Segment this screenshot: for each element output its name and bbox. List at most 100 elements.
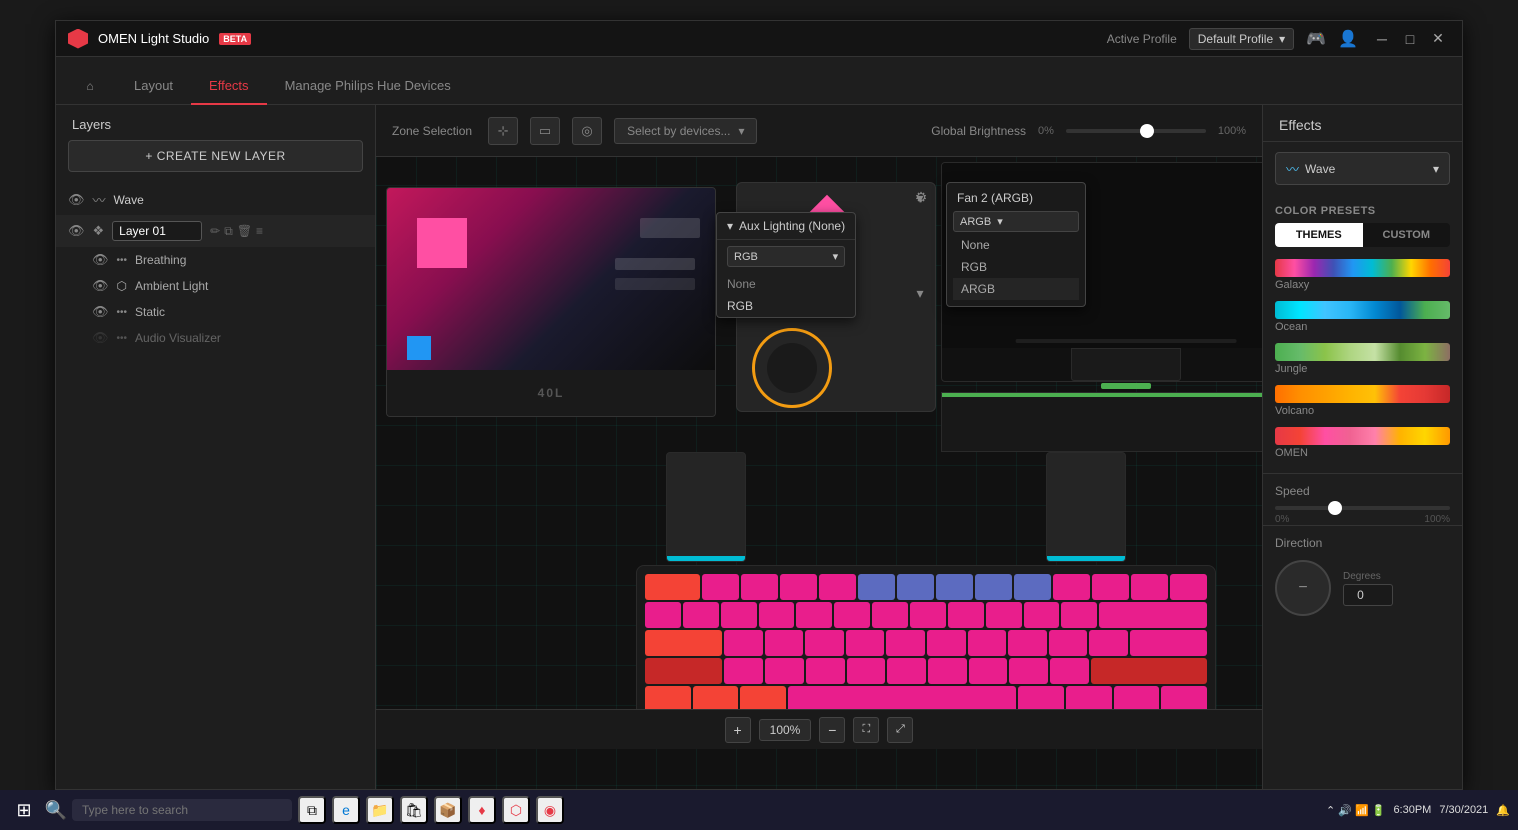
tab-philips[interactable]: Manage Philips Hue Devices	[267, 68, 469, 105]
select-devices-button[interactable]: Select by devices... ▾	[614, 118, 757, 144]
key-1-10	[1014, 574, 1051, 600]
delete-icon[interactable]: 🗑	[237, 224, 252, 239]
brightness-thumb[interactable]	[1140, 124, 1154, 138]
zoom-out-button[interactable]: −	[819, 717, 845, 743]
layer-item-wave[interactable]: 👁 〰 Wave	[56, 184, 375, 215]
menu-icon[interactable]: ≡	[256, 224, 263, 239]
explorer-icon[interactable]: 📁	[366, 796, 394, 824]
aux-lighting-dropdown[interactable]: ▾ Aux Lighting (None) RGB ▾ None RGB	[716, 212, 856, 318]
window-controls: ─ □ ✕	[1370, 27, 1450, 51]
create-new-layer-button[interactable]: + CREATE NEW LAYER	[68, 140, 363, 172]
layer-eye-static[interactable]: 👁	[92, 304, 109, 320]
fan2-header: Fan 2 (ARGB)	[953, 189, 1079, 211]
brightness-slider-track[interactable]	[1066, 129, 1206, 133]
galaxy-strip	[1275, 259, 1450, 277]
notification-icon[interactable]: 🔔	[1496, 804, 1510, 817]
layer-item-layer01[interactable]: 👁 ❖ ✏ ⧉ 🗑 ≡	[56, 215, 375, 247]
effects-dropdown[interactable]: 〰 Wave ▾	[1275, 152, 1450, 185]
copy-icon[interactable]: ⧉	[224, 224, 233, 239]
key-2-4	[759, 602, 795, 628]
key-2-10	[986, 602, 1022, 628]
tab-effects[interactable]: Effects	[191, 68, 267, 105]
preset-volcano[interactable]: Volcano	[1275, 385, 1450, 419]
preset-jungle[interactable]: Jungle	[1275, 343, 1450, 377]
layer-eye-audio[interactable]: 👁	[92, 330, 109, 346]
fan2-dropdown[interactable]: Fan 2 (ARGB) ARGB ▾ None RGB ARGB	[946, 182, 1086, 307]
app-window: OMEN Light Studio BETA Active Profile De…	[55, 20, 1463, 790]
user-icon[interactable]: 👤	[1338, 29, 1358, 49]
key-1-1	[645, 574, 700, 600]
key-4-7	[928, 658, 967, 684]
maximize-button[interactable]: □	[1398, 27, 1422, 51]
key-1-3	[741, 574, 778, 600]
key-1-9	[975, 574, 1012, 600]
preset-galaxy[interactable]: Galaxy	[1275, 259, 1450, 293]
aux-option-rgb[interactable]: RGB	[717, 295, 855, 317]
direction-dial[interactable]: −	[1275, 560, 1331, 616]
preset-omen[interactable]: OMEN	[1275, 427, 1450, 461]
layer-name-breathing: Breathing	[135, 253, 186, 267]
speed-slider-track[interactable]	[1275, 506, 1450, 510]
speaker-left-strip	[667, 556, 745, 561]
zone-rect-btn[interactable]: ▭	[530, 117, 560, 145]
edge-browser-icon[interactable]: e	[332, 796, 360, 824]
task-view-button[interactable]: ⧉	[298, 796, 326, 824]
search-button[interactable]: 🔍	[46, 794, 66, 826]
start-button[interactable]: ⊞	[8, 794, 40, 826]
another-icon[interactable]: ◉	[536, 796, 564, 824]
tab-layout[interactable]: Layout	[116, 68, 191, 105]
static-icon: •••	[117, 307, 128, 318]
dropbox-icon[interactable]: 📦	[434, 796, 462, 824]
zoom-in-button[interactable]: +	[725, 717, 751, 743]
key-3-3	[765, 630, 804, 656]
volcano-strip	[1275, 385, 1450, 403]
aux-select[interactable]: RGB ▾	[727, 246, 845, 267]
fan2-arrow: ▾	[997, 215, 1003, 228]
beta-badge: BETA	[219, 33, 251, 45]
speed-thumb[interactable]	[1328, 501, 1342, 515]
monitor-blue-decor	[407, 336, 431, 360]
pc-fan2-dropdown[interactable]: ▾	[910, 283, 930, 303]
monitor-strip-2	[615, 258, 695, 270]
profile-dropdown[interactable]: Default Profile ▾	[1189, 28, 1294, 50]
layer-item-breathing[interactable]: 👁 ••• Breathing	[56, 247, 375, 273]
fan2-opt-rgb[interactable]: RGB	[953, 256, 1079, 278]
active-profile-label: Active Profile	[1107, 32, 1177, 46]
fan2-opt-none[interactable]: None	[953, 234, 1079, 256]
minimize-button[interactable]: ─	[1370, 27, 1394, 51]
layer-name-input[interactable]	[112, 221, 202, 241]
store-icon[interactable]: 🛍	[400, 796, 428, 824]
fit-screen-button[interactable]: ⛶	[853, 717, 879, 743]
fullscreen-button[interactable]: ⤢	[887, 717, 913, 743]
layer-item-ambient[interactable]: 👁 ⬡ Ambient Light	[56, 273, 375, 299]
fan2-opt-argb[interactable]: ARGB	[953, 278, 1079, 300]
speaker-right	[1046, 452, 1126, 562]
omen-taskbar-icon[interactable]: ♦	[468, 796, 496, 824]
degrees-input[interactable]	[1343, 584, 1393, 606]
gamepad-icon[interactable]: 🎮	[1306, 29, 1326, 49]
preset-ocean[interactable]: Ocean	[1275, 301, 1450, 335]
zone-cursor-btn[interactable]: ⊹	[488, 117, 518, 145]
layer-name-wave: Wave	[114, 193, 363, 207]
custom-tab[interactable]: CUSTOM	[1363, 223, 1451, 247]
hpomen-icon[interactable]: ⬡	[502, 796, 530, 824]
key-1-6	[858, 574, 895, 600]
layer-eye-breathing[interactable]: 👁	[92, 252, 109, 268]
edit-icon[interactable]: ✏	[210, 224, 220, 239]
themes-tab[interactable]: THEMES	[1275, 223, 1363, 247]
close-button[interactable]: ✕	[1426, 27, 1450, 51]
layer-eye-wave[interactable]: 👁	[68, 192, 85, 208]
zone-lasso-btn[interactable]: ◎	[572, 117, 602, 145]
fan2-select[interactable]: ARGB ▾	[953, 211, 1079, 232]
zoom-level-display: 100%	[759, 719, 812, 741]
ocean-label: Ocean	[1275, 319, 1450, 335]
pc-fan1-dropdown[interactable]: ▾	[910, 188, 930, 208]
taskbar-search[interactable]	[72, 799, 292, 821]
speed-slider-labels: 0% 100%	[1275, 514, 1450, 525]
layer-item-static[interactable]: 👁 ••• Static	[56, 299, 375, 325]
aux-option-none[interactable]: None	[717, 273, 855, 295]
home-button[interactable]: ⌂	[72, 68, 108, 104]
layer-eye-ambient[interactable]: 👁	[92, 278, 109, 294]
layer-item-audio[interactable]: 👁 ••• Audio Visualizer	[56, 325, 375, 351]
layer-eye-01[interactable]: 👁	[68, 223, 85, 239]
